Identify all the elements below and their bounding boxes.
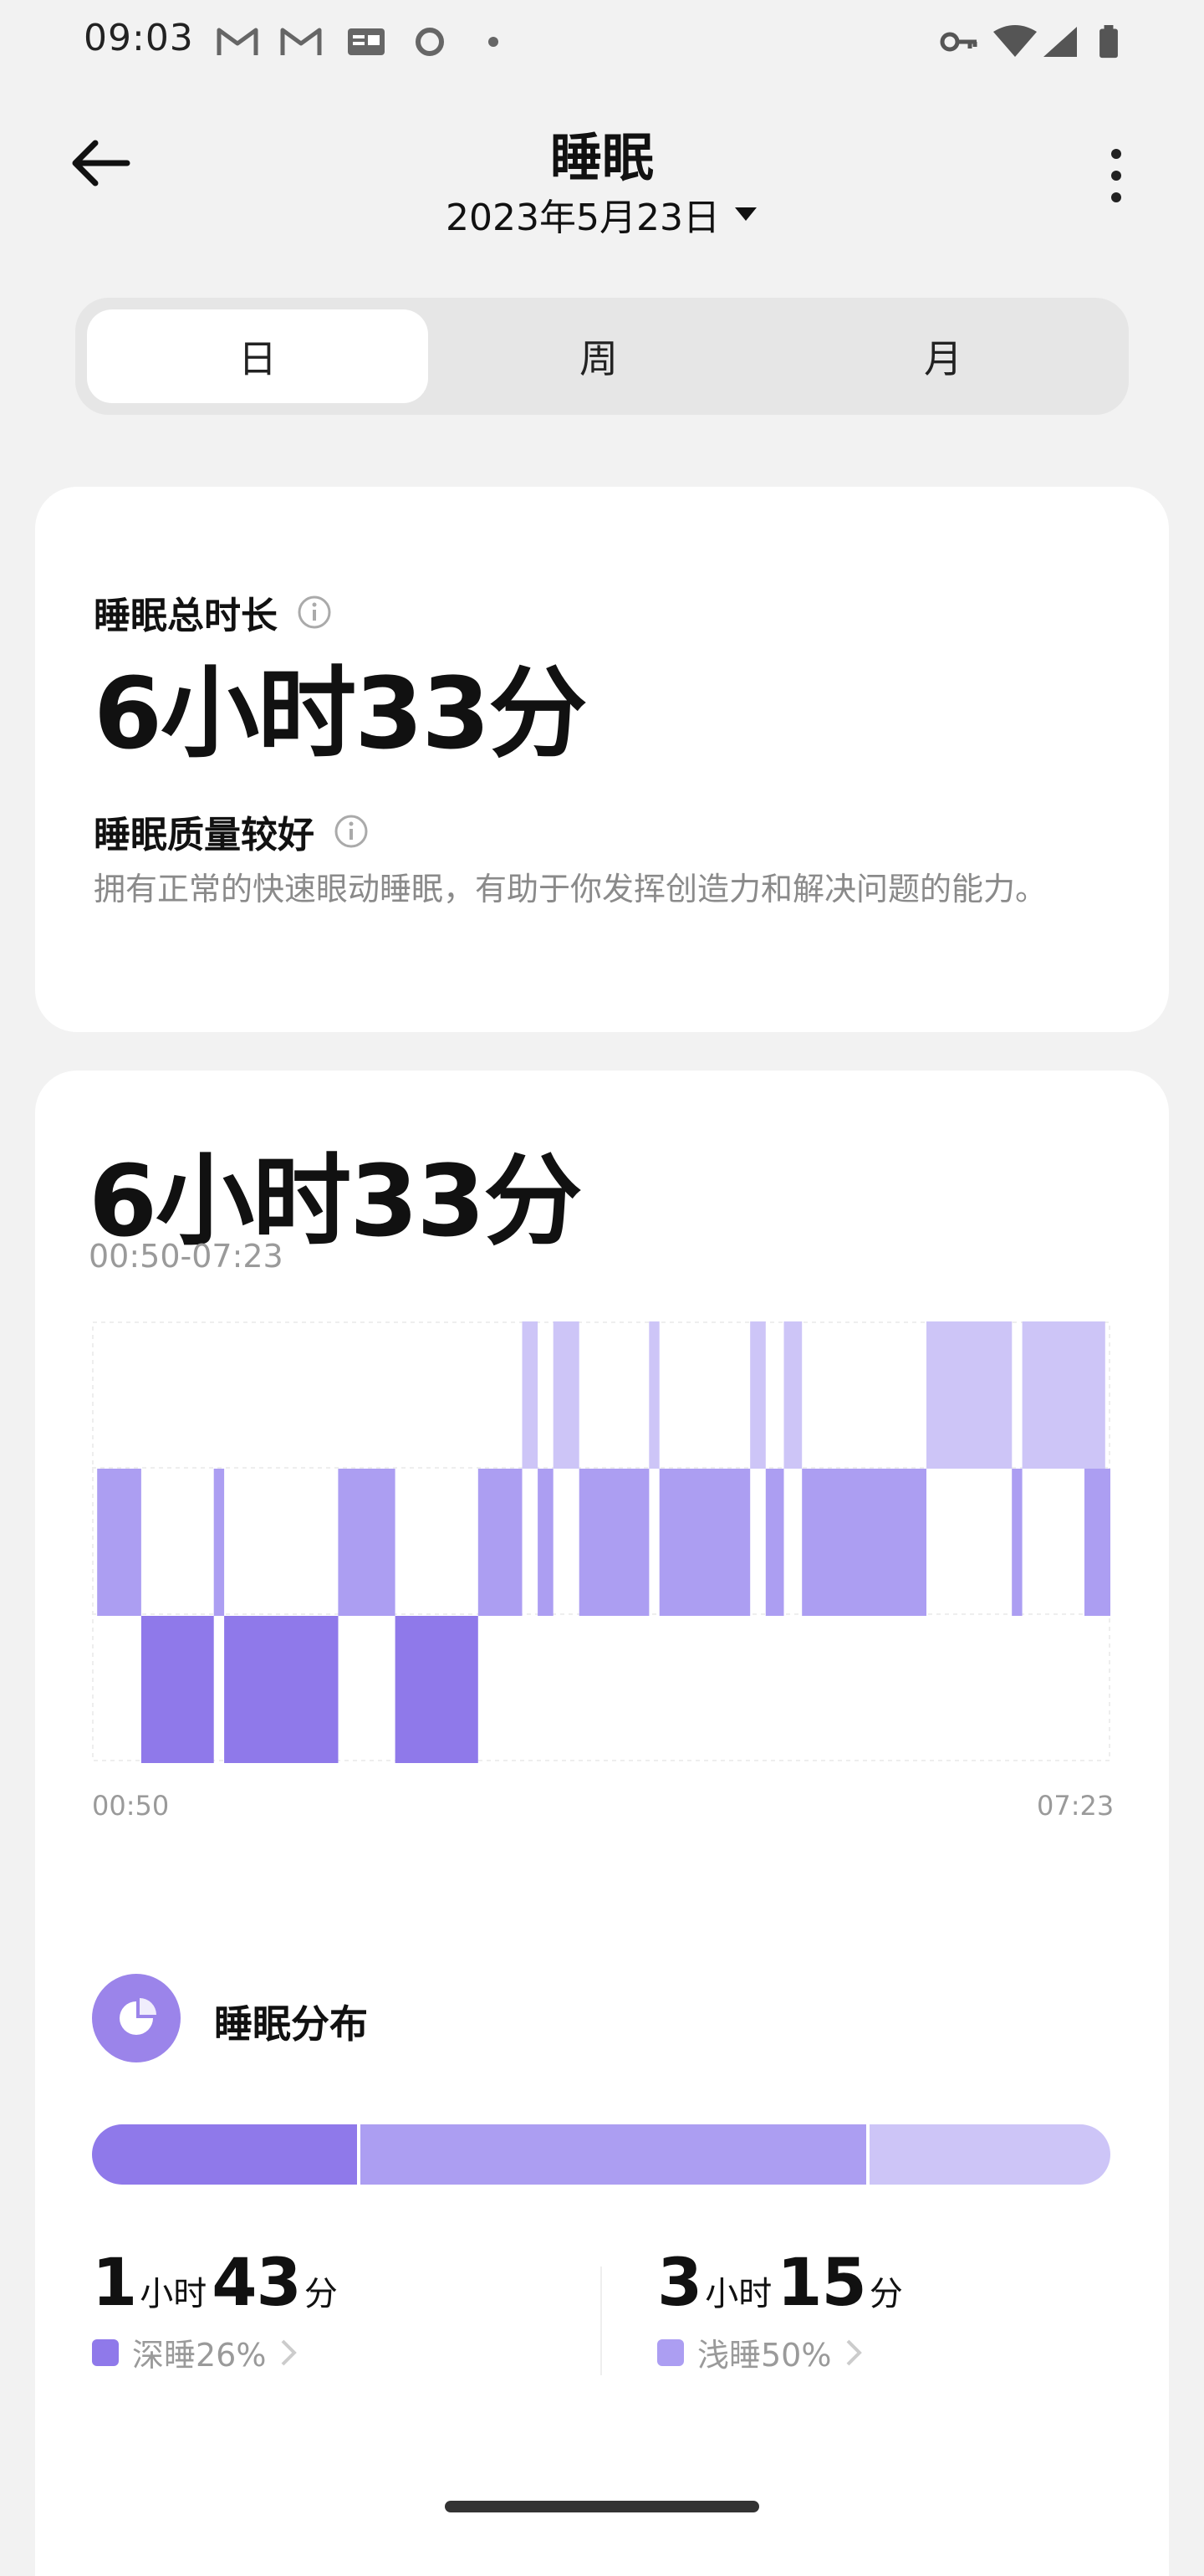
distribution-segment-light [356, 2124, 866, 2185]
light-sleep-stat: 3 小时 15 分 浅睡50% [657, 2246, 908, 2375]
status-time: 09:03 [84, 17, 194, 59]
x-axis-end-label: 07:23 [1037, 1790, 1115, 1822]
sleep-stages-card: 6小时33分 00:50-07:23 00:50 07:23 睡眠分布 1 小时… [35, 1071, 1169, 2576]
sleep-segment-light [477, 1469, 523, 1616]
wifi-icon [993, 25, 1037, 57]
home-indicator[interactable] [445, 2501, 759, 2512]
light-sleep-hours: 3 [657, 2246, 702, 2321]
page-title: 睡眠 [549, 127, 654, 188]
sleep-segment-rem [750, 1321, 766, 1469]
dropdown-triangle-icon [734, 207, 757, 221]
sleep-segment-rem [553, 1321, 579, 1469]
quality-label-row: 睡眠质量较好 [94, 805, 370, 858]
date-text: 2023年5月23日 [446, 197, 720, 239]
minute-unit: 分 [869, 2275, 903, 2313]
tab-day[interactable]: 日 [87, 309, 428, 403]
hypnogram-chart [92, 1321, 1110, 1763]
tab-week[interactable]: 周 [428, 309, 769, 403]
light-sleep-minutes: 15 [777, 2246, 867, 2321]
sleep-distribution-bar [92, 2124, 1110, 2185]
deep-sleep-detail-link[interactable]: 深睡26% [92, 2329, 343, 2375]
sleep-segment-light [538, 1469, 554, 1616]
sleep-time-range: 00:50-07:23 [89, 1238, 283, 1275]
hour-unit: 小时 [705, 2275, 773, 2313]
sleep-segment-light [802, 1469, 926, 1616]
sleep-segment-deep [395, 1616, 478, 1763]
news-icon [348, 28, 385, 55]
sleep-distribution-title: 睡眠分布 [214, 2001, 368, 2047]
sleep-segment-light [1084, 1469, 1110, 1616]
dot-icon [488, 37, 498, 47]
light-sleep-label: 浅睡50% [697, 2337, 832, 2374]
sleep-segment-light [1012, 1469, 1023, 1616]
sleep-segment-light [213, 1469, 225, 1616]
sleep-segment-rem [1022, 1321, 1105, 1469]
period-tabs: 日 周 月 [75, 298, 1129, 415]
total-duration-value: 6小时33分 [94, 656, 587, 771]
chevron-right-icon [847, 2339, 863, 2365]
status-bar: 09:03 [0, 0, 1204, 84]
battery-icon [1099, 25, 1118, 59]
date-selector[interactable]: 2023年5月23日 [418, 189, 786, 239]
gmail-icon [280, 28, 322, 55]
more-options-icon[interactable] [1095, 142, 1137, 209]
circle-icon [416, 28, 444, 56]
total-duration-label: 睡眠总时长 [94, 595, 278, 637]
sleep-segment-light [765, 1469, 784, 1616]
deep-sleep-stat: 1 小时 43 分 深睡26% [92, 2246, 343, 2375]
sleep-distribution-icon [92, 1974, 181, 2062]
vpn-key-icon [940, 32, 977, 52]
sleep-segment-rem [926, 1321, 1013, 1469]
tab-month[interactable]: 月 [773, 309, 1114, 403]
sleep-segment-rem [783, 1321, 803, 1469]
sleep-summary-card: 睡眠总时长 6小时33分 睡眠质量较好 拥有正常的快速眼动睡眠，有助于你发挥创造… [35, 487, 1169, 1032]
distribution-segment-rem [865, 2124, 1110, 2185]
sleep-segment-rem [649, 1321, 660, 1469]
info-icon[interactable] [296, 594, 333, 631]
sleep-quality-description: 拥有正常的快速眼动睡眠，有助于你发挥创造力和解决问题的能力。 [94, 871, 1048, 907]
sleep-quality-label: 睡眠质量较好 [94, 814, 314, 856]
sleep-segment-light [659, 1469, 751, 1616]
x-axis-start-label: 00:50 [92, 1790, 170, 1822]
sleep-segment-deep [140, 1616, 214, 1763]
deep-sleep-minutes: 43 [212, 2246, 302, 2321]
signal-icon [1043, 27, 1077, 57]
sleep-segment-light [338, 1469, 395, 1616]
gmail-icon [217, 28, 258, 55]
deep-sleep-label: 深睡26% [132, 2337, 267, 2374]
sleep-stage-segments [97, 1321, 1110, 1763]
deep-sleep-hours: 1 [92, 2246, 137, 2321]
stat-divider [600, 2267, 602, 2375]
sleep-segment-light [579, 1469, 650, 1616]
light-sleep-swatch [657, 2338, 684, 2366]
sleep-segment-deep [224, 1616, 339, 1763]
info-icon[interactable] [333, 813, 370, 850]
hour-unit: 小时 [140, 2275, 207, 2313]
total-duration-label-row: 睡眠总时长 [94, 585, 333, 639]
light-sleep-detail-link[interactable]: 浅睡50% [657, 2329, 908, 2375]
sleep-segment-light [97, 1469, 141, 1616]
distribution-segment-deep [92, 2124, 357, 2185]
deep-sleep-swatch [92, 2338, 119, 2366]
chevron-right-icon [282, 2339, 298, 2365]
sleep-segment-rem [522, 1321, 538, 1469]
minute-unit: 分 [304, 2275, 338, 2313]
